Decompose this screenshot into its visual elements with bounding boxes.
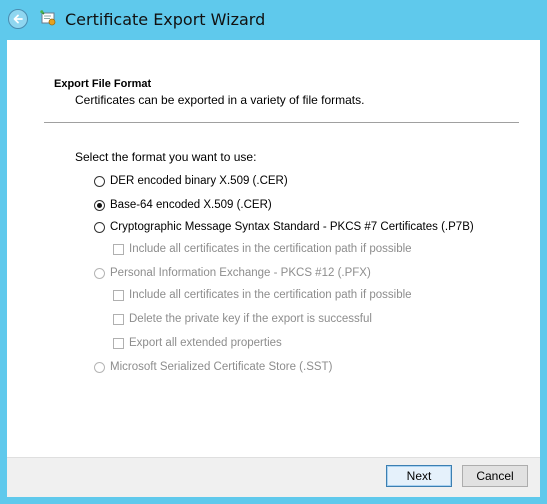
radio-button-disabled: [94, 267, 105, 279]
checkbox-p7b-include-all[interactable]: Include all certificates in the certific…: [113, 243, 412, 255]
checkbox[interactable]: [113, 243, 124, 255]
checkbox-pfx-export-props: Export all extended properties: [113, 337, 282, 349]
format-prompt: Select the format you want to use:: [75, 150, 257, 164]
checkbox-disabled: [113, 337, 124, 349]
certificate-wizard-icon: [40, 10, 56, 26]
radio-label: Personal Information Exchange - PKCS #12…: [110, 267, 371, 279]
checkbox-disabled: [113, 289, 124, 301]
radio-button-disabled: [94, 361, 105, 373]
next-button[interactable]: Next: [386, 465, 452, 487]
radio-button-selected[interactable]: [94, 199, 105, 211]
back-arrow-icon: [13, 14, 23, 24]
radio-label: Microsoft Serialized Certificate Store (…: [110, 361, 333, 373]
checkbox-label: Delete the private key if the export is …: [129, 313, 372, 325]
radio-label: DER encoded binary X.509 (.CER): [110, 175, 288, 187]
title-bar: Certificate Export Wizard: [0, 0, 547, 40]
radio-option-der[interactable]: DER encoded binary X.509 (.CER): [94, 175, 288, 187]
radio-button[interactable]: [94, 175, 105, 187]
checkbox-pfx-include-all: Include all certificates in the certific…: [113, 289, 412, 301]
checkbox-disabled: [113, 313, 124, 325]
radio-label: Cryptographic Message Syntax Standard - …: [110, 221, 474, 233]
checkbox-label: Export all extended properties: [129, 337, 282, 349]
radio-option-base64[interactable]: Base-64 encoded X.509 (.CER): [94, 199, 272, 211]
checkbox-pfx-delete-key: Delete the private key if the export is …: [113, 313, 372, 325]
back-button[interactable]: [8, 9, 28, 29]
window-title: Certificate Export Wizard: [65, 10, 266, 29]
radio-option-p7b[interactable]: Cryptographic Message Syntax Standard - …: [94, 221, 474, 233]
checkbox-label: Include all certificates in the certific…: [129, 289, 412, 301]
button-bar: Next Cancel: [7, 457, 540, 497]
wizard-page: Export File Format Certificates can be e…: [7, 40, 540, 457]
radio-label: Base-64 encoded X.509 (.CER): [110, 199, 272, 211]
radio-button[interactable]: [94, 221, 105, 233]
radio-option-pfx: Personal Information Exchange - PKCS #12…: [94, 267, 371, 279]
cancel-button[interactable]: Cancel: [462, 465, 528, 487]
section-description: Certificates can be exported in a variet…: [75, 93, 365, 107]
checkbox-label: Include all certificates in the certific…: [129, 243, 412, 255]
section-heading: Export File Format: [54, 78, 152, 90]
radio-option-sst: Microsoft Serialized Certificate Store (…: [94, 361, 332, 373]
header-separator: [44, 122, 519, 123]
